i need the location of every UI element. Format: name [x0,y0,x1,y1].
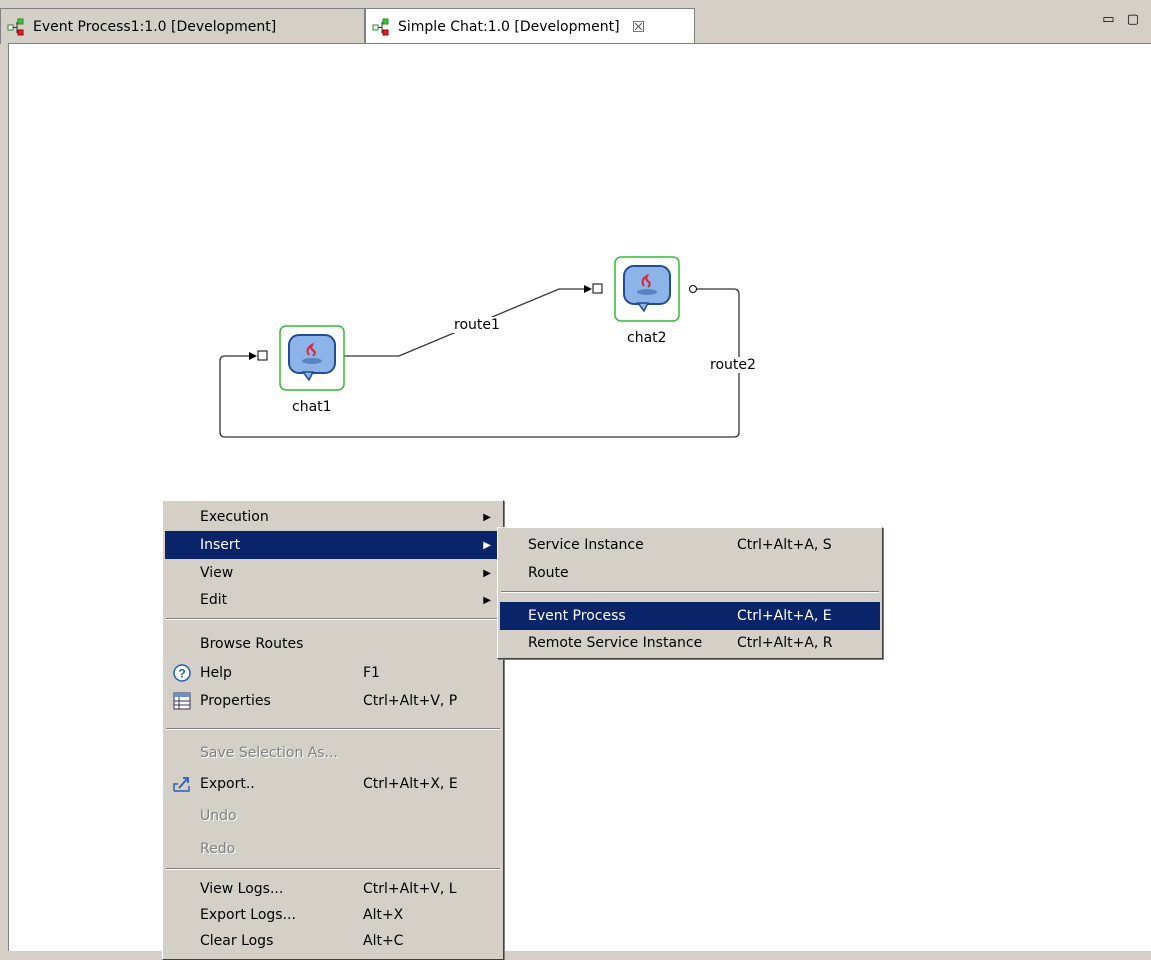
submenu-item-event-process[interactable]: Event Process Ctrl+Alt+A, E [500,602,880,630]
menu-item-edit[interactable]: Edit ▶ [165,586,501,614]
route-label-route1: route1 [453,317,501,333]
tab-label: Simple Chat:1.0 [Development] [398,18,620,35]
context-menu: Execution ▶ Insert ▶ View ▶ Edit ▶ Browse Ro… [162,500,504,960]
submenu-item-service-instance[interactable]: Service Instance Ctrl+Alt+A, S [500,531,880,559]
tab-label: Event Process1:1.0 [Development] [33,18,277,35]
submenu-item-remote-service-instance[interactable]: Remote Service Instance Ctrl+Alt+A, R [500,629,880,657]
tab-event-process1[interactable]: Event Process1:1.0 [Development] [0,8,365,44]
insert-submenu: Service Instance Ctrl+Alt+A, S Route Eve… [497,527,883,659]
submenu-arrow-icon: ▶ [483,539,491,551]
submenu-arrow-icon: ▶ [483,511,491,523]
svg-text:?: ? [178,667,185,681]
submenu-arrow-icon: ▶ [483,594,491,606]
properties-icon [173,692,191,710]
export-icon [173,777,190,792]
menu-item-browse-routes[interactable]: Browse Routes [165,630,501,658]
java-service-icon [623,265,671,313]
menu-separator [166,728,500,730]
chat1-input-port[interactable] [249,350,268,361]
menu-item-execution[interactable]: Execution ▶ [165,503,501,531]
chat2-node[interactable] [614,256,680,322]
menu-item-export-logs[interactable]: Export Logs... Alt+X [165,901,501,929]
tab-simple-chat[interactable]: Simple Chat:1.0 [Development] ☒ [365,8,695,44]
submenu-arrow-icon: ▶ [483,567,491,579]
menu-item-save-selection-as: Save Selection As... [200,745,339,761]
node-label-chat2: chat2 [627,330,667,346]
menu-item-export[interactable]: Export.. Ctrl+Alt+X, E [165,770,501,798]
node-label-chat1: chat1 [292,399,332,415]
process-icon [372,18,389,35]
chat2-input-port[interactable] [584,283,603,294]
chat1-node[interactable] [279,325,345,391]
menu-item-help[interactable]: ? Help F1 [165,659,501,687]
minimize-maximize-icon[interactable]: ▭ ▢ [1102,12,1143,27]
menu-item-properties[interactable]: Properties Ctrl+Alt+V, P [165,687,501,715]
menu-item-view-logs[interactable]: View Logs... Ctrl+Alt+V, L [165,875,501,903]
menu-item-undo: Undo [200,808,237,824]
help-icon: ? [173,664,191,682]
submenu-item-route[interactable]: Route [500,559,880,587]
editor-tab-bar: Event Process1:1.0 [Development] Simple … [0,0,1151,44]
route-label-route2: route2 [709,357,757,373]
menu-separator [501,591,879,593]
close-icon[interactable]: ☒ [632,18,645,36]
menu-separator [166,618,500,620]
menu-item-redo: Redo [200,841,236,857]
process-icon [7,18,24,35]
menu-separator [166,868,500,870]
menu-item-view[interactable]: View ▶ [165,559,501,587]
menu-item-insert[interactable]: Insert ▶ [165,531,501,559]
java-service-icon [288,334,336,382]
